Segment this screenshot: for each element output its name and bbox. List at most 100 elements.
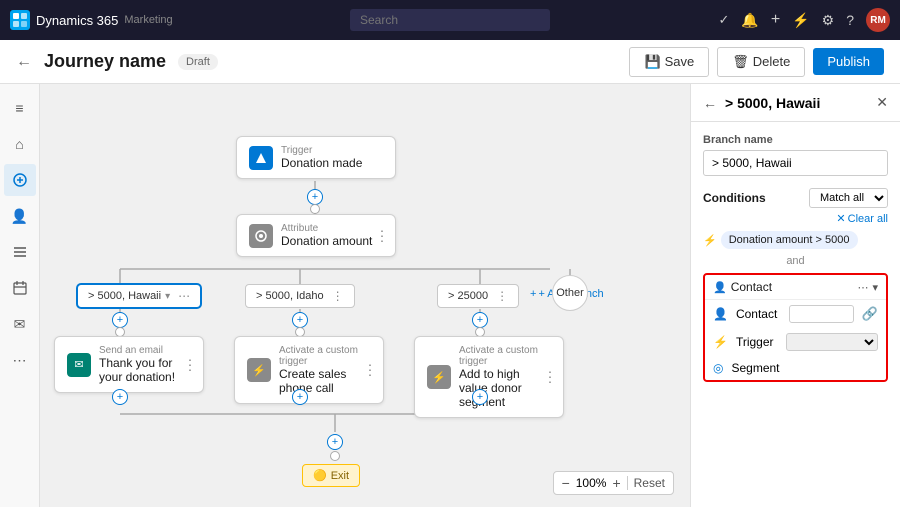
right-panel-header: ← > 5000, Hawaii ✕	[691, 84, 900, 122]
search-input[interactable]	[350, 9, 550, 31]
attribute-node-label-top: Attribute	[281, 223, 372, 234]
save-button[interactable]: 💾 Save	[629, 47, 709, 77]
action-email-labels: Send an email Thank you for your donatio…	[99, 345, 191, 384]
match-all-select[interactable]: Match all	[809, 188, 888, 208]
plus-btn-below-phone[interactable]: +	[292, 389, 308, 405]
zoom-in-button[interactable]: +	[612, 476, 620, 490]
dropdown-trigger-label: Trigger	[736, 335, 774, 349]
attribute-menu-dots[interactable]: ⋮	[375, 227, 389, 244]
logo-icon	[10, 10, 30, 30]
branch-hawaii-menu[interactable]: ⋯	[178, 289, 190, 303]
app-name: Dynamics 365	[36, 13, 118, 28]
main-layout: ≡ ⌂ 👤 ✉ ⋯	[0, 84, 900, 507]
trigger-node-label: Donation made	[281, 156, 362, 170]
dropdown-contact-icon: 👤	[713, 307, 728, 321]
status-badge: Draft	[178, 54, 218, 70]
delete-button[interactable]: 🗑 Delete	[717, 47, 805, 77]
dropdown-contact-input[interactable]	[789, 305, 854, 323]
journey-canvas-area[interactable]: Trigger Donation made + Attribute Donati…	[40, 84, 690, 507]
clear-all-button[interactable]: ✕ Clear all	[836, 212, 888, 225]
sidebar-item-emails[interactable]: ✉	[4, 308, 36, 340]
top-navigation: Dynamics 365 Marketing ✓ 🔔 + ⚡ ⚙ ? RM	[0, 0, 900, 40]
sidebar-item-contacts[interactable]: 👤	[4, 200, 36, 232]
condition-tag: Donation amount > 5000	[721, 231, 858, 249]
exit-node: 🟡 Exit	[302, 464, 360, 487]
dropdown-trigger-select[interactable]	[786, 333, 878, 351]
plus-btn-25000[interactable]: +	[472, 312, 488, 328]
action-email-menu[interactable]: ⋮	[183, 356, 197, 373]
branch-name-label: Branch name	[703, 134, 888, 146]
plus-btn-idaho[interactable]: +	[292, 312, 308, 328]
circle-merge	[330, 451, 340, 461]
plus-btn-below-segment[interactable]: +	[472, 389, 488, 405]
sidebar-item-events[interactable]	[4, 272, 36, 304]
dropdown-header-more[interactable]: ⋯	[857, 281, 868, 294]
action-email-label-top: Send an email	[99, 345, 191, 356]
bell-icon[interactable]: 🔔	[741, 12, 758, 29]
help-icon[interactable]: ?	[846, 12, 854, 28]
plus-btn-hawaii[interactable]: +	[112, 312, 128, 328]
dropdown-segment-label: Segment	[731, 361, 779, 375]
branch-box-hawaii[interactable]: > 5000, Hawaii ▾ ⋯	[77, 284, 201, 308]
sidebar-item-segments[interactable]	[4, 236, 36, 268]
right-panel-back-button[interactable]: ←	[703, 95, 717, 111]
delete-icon: 🗑	[732, 54, 749, 70]
trigger-node-label-top: Trigger	[281, 145, 362, 156]
dropdown-item-segment[interactable]: ◎ Segment	[705, 356, 886, 380]
branch-idaho-menu[interactable]: ⋮	[332, 289, 344, 303]
action-node-email[interactable]: ✉ Send an email Thank you for your donat…	[54, 336, 204, 393]
branch-box-idaho[interactable]: > 5000, Idaho ⋮	[245, 284, 355, 308]
action-phone-menu[interactable]: ⋮	[363, 362, 377, 379]
conditions-title: Conditions	[703, 191, 766, 205]
branch-25000-label: > 25000	[448, 290, 488, 302]
branch-25000-menu[interactable]: ⋮	[496, 289, 508, 303]
action-phone-label: Create sales phone call	[279, 367, 371, 395]
plus-icon[interactable]: +	[771, 11, 780, 29]
filter-icon[interactable]: ⚡	[792, 12, 809, 29]
zoom-reset-button[interactable]: Reset	[634, 477, 665, 489]
attribute-node[interactable]: Attribute Donation amount ⋮	[236, 214, 396, 257]
attribute-node-labels: Attribute Donation amount	[281, 223, 372, 248]
trigger-node-icon	[249, 146, 273, 170]
settings-icon[interactable]: ⚙	[822, 12, 835, 29]
action-phone-icon: ⚡	[247, 358, 271, 382]
dropdown-header[interactable]: 👤 Contact ⋯ ▾	[705, 275, 886, 300]
plus-btn-trigger-attribute[interactable]: +	[307, 189, 323, 205]
conditions-section: Conditions Match all ✕ Clear all ⚡	[703, 188, 888, 382]
publish-button[interactable]: Publish	[813, 48, 884, 75]
branch-hawaii-label: > 5000, Hawaii	[88, 290, 161, 302]
back-button[interactable]: ←	[16, 53, 32, 71]
subheader: ← Journey name Draft 💾 Save 🗑 Delete Pub…	[0, 40, 900, 84]
plus-btn-merge[interactable]: +	[327, 434, 343, 450]
right-panel-close-button[interactable]: ✕	[876, 94, 888, 111]
trigger-node[interactable]: Trigger Donation made	[236, 136, 396, 179]
app-logo: Dynamics 365 Marketing	[10, 10, 173, 30]
sidebar-item-more[interactable]: ⋯	[4, 344, 36, 376]
sidebar-item-menu[interactable]: ≡	[4, 92, 36, 124]
branch-name-input[interactable]	[703, 150, 888, 176]
dropdown-chevron-icon[interactable]: ▾	[872, 281, 878, 294]
user-avatar[interactable]: RM	[866, 8, 890, 32]
branch-hawaii-arrow: ▾	[165, 291, 170, 302]
exit-icon: 🟡	[313, 469, 327, 482]
action-node-phone[interactable]: ⚡ Activate a custom trigger Create sales…	[234, 336, 384, 404]
dropdown-contact-link-icon[interactable]: 🔗	[862, 306, 878, 322]
plus-btn-below-email[interactable]: +	[112, 389, 128, 405]
branch-box-25000[interactable]: > 25000 ⋮	[437, 284, 519, 308]
action-segment-label: Add to high value donor segment	[459, 367, 551, 409]
other-branch-button[interactable]: Other	[552, 275, 588, 311]
dropdown-item-trigger[interactable]: ⚡ Trigger	[705, 328, 886, 356]
action-node-segment[interactable]: ⚡ Activate a custom trigger Add to high …	[414, 336, 564, 418]
zoom-out-button[interactable]: −	[562, 476, 570, 490]
sidebar-item-journeys[interactable]	[4, 164, 36, 196]
header-actions: 💾 Save 🗑 Delete Publish	[629, 47, 884, 77]
action-phone-labels: Activate a custom trigger Create sales p…	[279, 345, 371, 395]
add-branch-plus-icon: +	[530, 288, 536, 300]
activity-icon[interactable]: ✓	[719, 12, 730, 28]
action-email-icon: ✉	[67, 353, 91, 377]
dropdown-item-contact[interactable]: 👤 Contact 🔗	[705, 300, 886, 328]
action-phone-label-top: Activate a custom trigger	[279, 345, 371, 367]
action-segment-menu[interactable]: ⋮	[543, 369, 557, 386]
sidebar-item-home[interactable]: ⌂	[4, 128, 36, 160]
search-container	[350, 9, 550, 31]
